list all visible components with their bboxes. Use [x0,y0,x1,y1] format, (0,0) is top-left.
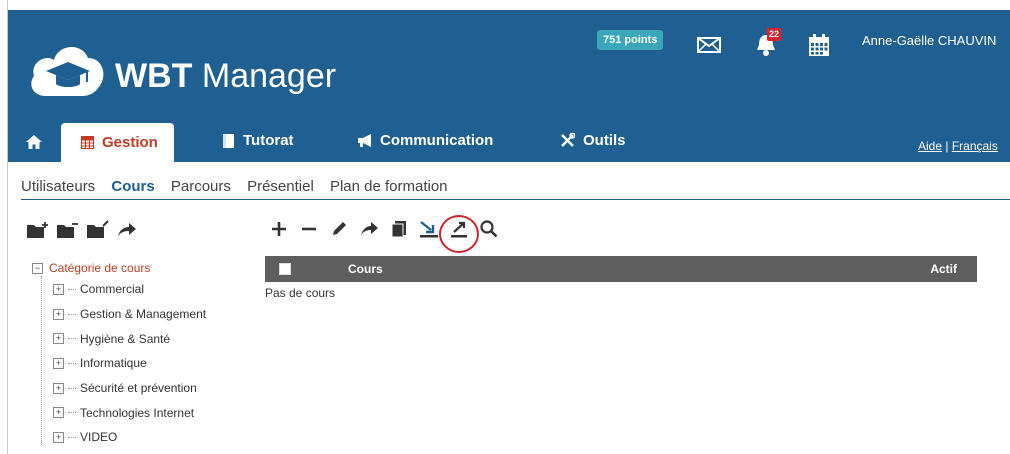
tree-item-video[interactable]: + VIDEO [32,425,206,450]
app-window: WBT Manager 751 points 22 Anne-Gaëlle CH… [0,0,1010,454]
tab-label: Gestion [102,134,158,151]
home-icon[interactable] [26,135,42,149]
book-icon [223,133,234,148]
calendar-icon[interactable] [808,33,830,57]
tab-label: Communication [380,132,494,149]
edit-button[interactable] [327,217,351,241]
subnav-item-utilisateurs[interactable]: Utilisateurs [21,178,95,195]
folder-add-icon[interactable] [26,220,50,240]
course-grid-header: Cours Actif [265,256,977,282]
folder-remove-icon[interactable] [56,220,80,240]
subnav-item-plan-de-formation[interactable]: Plan de formation [330,178,448,195]
subnav-item-cours[interactable]: Cours [111,178,154,195]
language-link[interactable]: Français [952,139,998,153]
move-arrow-icon[interactable] [116,220,138,240]
tab-label: Outils [583,132,626,149]
move-button[interactable] [357,217,381,241]
category-tree: − Catégorie de cours + Commercial + Gestio… [32,259,206,450]
tree-item-label: VIDEO [80,430,118,445]
sub-navigation: Utilisateurs Cours Parcours Présentiel P… [21,178,460,195]
collapse-icon[interactable]: − [32,262,43,274]
tab-communication[interactable]: Communication [356,132,493,149]
tools-icon [561,133,575,147]
app-title: WBT Manager [115,57,337,95]
expand-icon[interactable]: + [53,308,64,320]
tree-item-label: Commercial [80,282,145,297]
tab-label: Tutorat [243,132,294,149]
subnav-item-parcours[interactable]: Parcours [171,178,231,195]
tree-item-technologies-internet[interactable]: + Technologies Internet [32,400,206,425]
megaphone-icon [358,134,371,147]
plus-icon [272,222,286,236]
subnav-divider [21,199,1010,200]
empty-grid-message: Pas de cours [265,286,336,300]
expand-icon[interactable]: + [53,283,64,295]
pencil-icon [333,222,346,235]
move-arrow-icon [361,222,378,235]
tree-root-label: Catégorie de cours [49,261,151,275]
tree-item-label: Gestion & Management [80,307,207,322]
table-icon [81,136,94,149]
select-all-checkbox[interactable] [279,263,291,275]
tab-tutorat[interactable]: Tutorat [222,132,294,149]
user-name[interactable]: Anne-Gaëlle CHAUVIN [862,33,996,48]
points-badge[interactable]: 751 points [597,30,664,50]
tree-root[interactable]: − Catégorie de cours [32,259,206,277]
remove-button[interactable] [297,217,321,241]
tree-item-label: Hygiène & Santé [80,331,171,346]
tab-gestion[interactable]: Gestion [61,123,174,162]
cloud-graduation-logo-icon[interactable] [28,38,108,102]
column-header-cours[interactable]: Cours [348,262,383,276]
search-button[interactable] [477,217,501,241]
copy-icon [391,221,406,238]
import-icon [420,221,438,238]
expand-icon[interactable]: + [53,407,64,419]
tree-item-commercial[interactable]: + Commercial [32,277,206,302]
tree-item-label: Technologies Internet [80,405,195,420]
add-button[interactable] [267,217,291,241]
help-link[interactable]: Aide [918,139,942,153]
import-highlight-circle [439,215,479,253]
tree-item-informatique[interactable]: + Informatique [32,351,206,376]
expand-icon[interactable]: + [53,357,64,369]
copy-button[interactable] [387,217,411,241]
category-toolbar [26,220,138,240]
expand-icon[interactable]: + [53,382,64,394]
import-button[interactable] [417,217,441,241]
folder-edit-icon[interactable] [86,220,110,240]
search-icon [480,220,498,238]
expand-icon[interactable]: + [53,431,64,443]
tree-item-label: Informatique [80,356,147,371]
top-links: Aide | Français [918,139,998,153]
main-tab-bar: Gestion Tutorat Communication Outils [8,118,1010,162]
link-separator: | [942,139,952,153]
subnav-item-presentiel[interactable]: Présentiel [247,178,314,195]
tree-item-gestion-management[interactable]: + Gestion & Management [32,302,206,327]
tree-item-securite-prevention[interactable]: + Sécurité et prévention [32,376,206,401]
minus-icon [302,227,316,231]
expand-icon[interactable]: + [53,333,64,345]
tab-outils[interactable]: Outils [560,132,626,149]
notification-count-badge: 22 [767,28,782,41]
top-margin [7,0,1010,10]
tree-item-hygiene-sante[interactable]: + Hygiène & Santé [32,326,206,351]
mail-icon[interactable] [697,37,721,53]
tree-item-label: Sécurité et prévention [80,381,197,396]
column-header-actif[interactable]: Actif [930,262,957,276]
